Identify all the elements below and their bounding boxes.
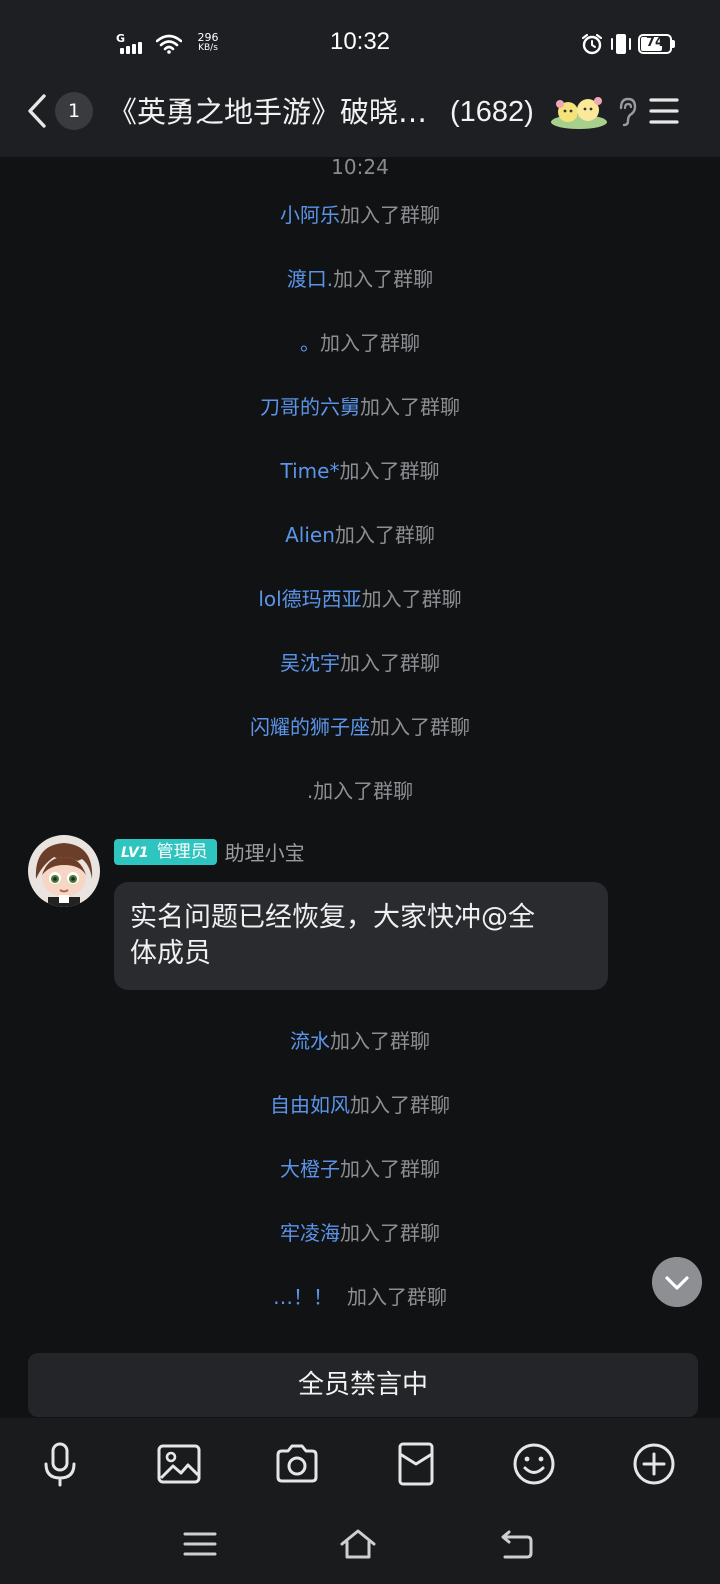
message-bubble[interactable]: 实名问题已经恢复，大家快冲@全 体成员 [114, 882, 608, 990]
sender-name[interactable]: 助理小宝 [225, 837, 305, 866]
back-icon[interactable] [24, 90, 52, 132]
message-text-line: 体成员 [130, 938, 211, 969]
emoji-icon[interactable] [510, 1440, 558, 1488]
member-nickname[interactable]: 大橙子 [280, 1157, 340, 1181]
home-icon[interactable] [338, 1526, 378, 1562]
message-meta: LV1 管理员 助理小宝 [114, 837, 305, 865]
scroll-to-bottom-button[interactable] [652, 1257, 702, 1307]
red-packet-icon[interactable] [392, 1440, 440, 1488]
message-timestamp: 10:24 [331, 155, 389, 179]
member-nickname[interactable]: 。 [300, 331, 320, 355]
member-nickname[interactable]: 渡口. [287, 267, 333, 291]
ear-mode-icon[interactable] [616, 96, 638, 128]
alarm-icon [581, 33, 603, 55]
header: G 296 KB/s 10:32 74 1 《英勇之地手游》破晓… (1682) [0, 0, 720, 157]
chat-area[interactable]: 10:24 小阿乐加入了群聊 渡口.加入了群聊 。加入了群聊 刀哥的六舅加入了群… [0, 157, 720, 1340]
join-notice: 流水加入了群聊 [290, 1029, 430, 1053]
join-notice: 。加入了群聊 [300, 331, 420, 355]
member-nickname[interactable]: 刀哥的六舅 [260, 395, 360, 419]
join-notice: 吴沈宇加入了群聊 [280, 651, 440, 675]
camera-icon[interactable] [273, 1440, 321, 1488]
plus-icon[interactable] [630, 1440, 678, 1488]
member-nickname[interactable]: 小阿乐 [280, 203, 340, 227]
member-nickname[interactable]: 自由如风 [270, 1093, 350, 1117]
status-bar: G 296 KB/s 10:32 74 [0, 0, 720, 90]
member-nickname[interactable]: 吴沈宇 [280, 651, 340, 675]
back-gesture-icon[interactable] [497, 1526, 537, 1562]
role-badge: LV1 管理员 [114, 838, 217, 865]
title-bar: 1 《英勇之地手游》破晓… (1682) [0, 80, 720, 142]
join-notice: .加入了群聊 [306, 779, 414, 803]
join-notice: 渡口.加入了群聊 [286, 267, 434, 291]
wifi-icon [156, 34, 182, 54]
recents-menu-icon[interactable] [180, 1526, 220, 1562]
group-name[interactable]: 《英勇之地手游》破晓… [108, 92, 438, 132]
member-nickname[interactable]: Time* [281, 459, 340, 483]
image-icon[interactable] [155, 1440, 203, 1488]
system-navigation-bar [0, 1508, 720, 1584]
microphone-icon[interactable] [36, 1440, 84, 1488]
cellular-signal-icon: G [116, 32, 148, 56]
menu-icon[interactable] [648, 96, 680, 126]
group-tag-emoji-icon[interactable] [548, 92, 610, 132]
member-count[interactable]: (1682) [450, 92, 534, 132]
input-toolbar [0, 1418, 720, 1508]
network-type: G [116, 32, 126, 45]
join-notice: 牢凌海加入了群聊 [280, 1221, 440, 1245]
member-nickname[interactable]: 流水 [290, 1029, 330, 1053]
join-notice: 刀哥的六舅加入了群聊 [260, 395, 460, 419]
join-notice: Time*加入了群聊 [280, 459, 440, 483]
member-nickname[interactable]: …！！ [273, 1285, 333, 1309]
member-nickname[interactable]: 牢凌海 [280, 1221, 340, 1245]
member-nickname[interactable]: Alien [285, 523, 335, 547]
member-nickname[interactable]: 闪耀的狮子座 [250, 715, 370, 739]
vibrate-icon [611, 34, 631, 54]
avatar[interactable] [28, 835, 100, 907]
battery-icon: 74 [638, 34, 676, 54]
message-text-line: 实名问题已经恢复，大家快冲@全 [130, 902, 535, 933]
network-speed: 296 KB/s [197, 31, 219, 53]
join-notice: 小阿乐加入了群聊 [280, 203, 440, 227]
join-notice: …！！ 加入了群聊 [273, 1285, 447, 1309]
join-notice: 大橙子加入了群聊 [280, 1157, 440, 1181]
join-notice: 自由如风加入了群聊 [270, 1093, 450, 1117]
join-notice: Alien加入了群聊 [285, 523, 435, 547]
member-nickname[interactable]: lol德玛西亚 [258, 587, 361, 611]
unread-count-badge[interactable]: 1 [55, 92, 93, 130]
join-notice: 闪耀的狮子座加入了群聊 [250, 715, 470, 739]
all-muted-notice: 全员禁言中 [28, 1353, 698, 1417]
battery-level: 74 [645, 35, 665, 50]
clock: 10:32 [329, 28, 391, 55]
join-notice: lol德玛西亚加入了群聊 [258, 587, 462, 611]
